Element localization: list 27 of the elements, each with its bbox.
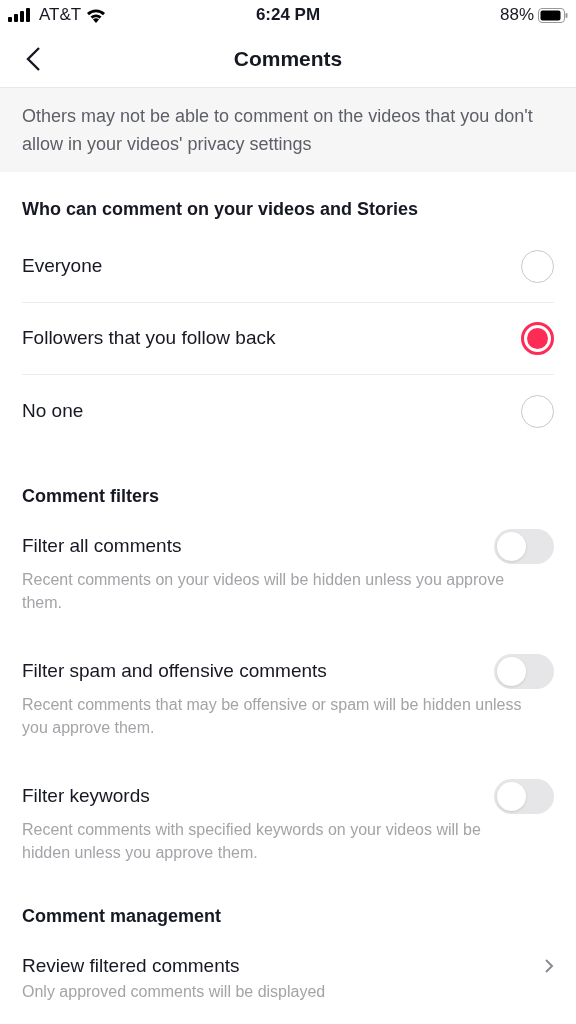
toggle-switch[interactable] [494,528,554,564]
setting-label: Filter all comments [22,533,182,558]
battery-percentage: 88% [499,4,534,27]
radio-option[interactable]: Everyone [22,231,554,303]
wifi-icon [86,7,107,23]
page-title: Comments [233,45,343,72]
radio-option[interactable]: Followers that you follow back [22,303,554,375]
privacy-notice: Others may not be able to comment on the videos that you don't allow in your videos' privacy settings [0,88,576,172]
back-icon [25,46,41,72]
setting-label: Filter keywords [22,783,150,808]
section-title: Comment filters [22,485,161,508]
radio-option[interactable]: No one [22,375,554,447]
section-title: Who can comment on your videos and Stories [22,198,420,221]
section-title: Comment management [22,905,223,928]
setting-description: Only approved comments will be displayed [22,982,327,1002]
clock: 6:24 PM [255,4,321,27]
battery-icon [538,7,568,23]
setting-description: Recent comments with specified keywords on your videos will be hidden unless you approve them. [22,820,482,863]
toggle-switch[interactable] [494,778,554,814]
setting-description: Recent comments on your videos will be hidden unless you approve them. [22,570,506,613]
setting-label: Filter spam and offensive comments [22,658,327,683]
menu-item[interactable]: Review filtered comments [22,950,554,982]
setting-description: Recent comments that may be offensive or spam will be hidden unless you approve them. [22,695,523,738]
carrier: AT&T [39,4,82,27]
toggle-switch[interactable] [494,653,554,689]
chevron-right-icon [544,958,554,974]
radio-button[interactable] [521,322,554,355]
